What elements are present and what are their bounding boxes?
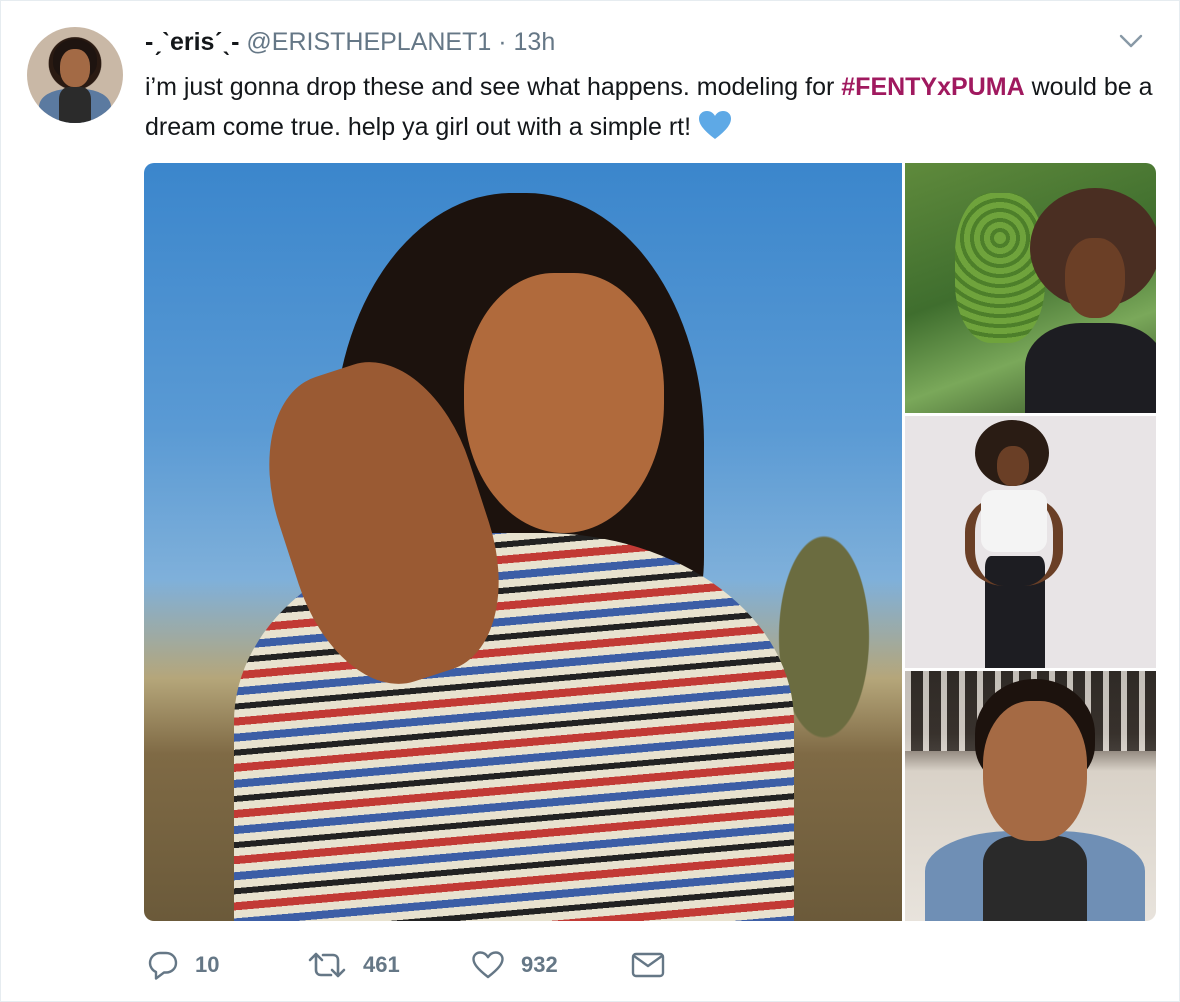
media-grid: [144, 163, 1156, 921]
tweet-timestamp[interactable]: 13h: [514, 28, 556, 56]
avatar[interactable]: [27, 27, 123, 123]
avatar-face: [60, 49, 90, 87]
chevron-down-icon: [1119, 34, 1143, 48]
user-handle[interactable]: @ERISTHEPLANET1: [246, 28, 491, 56]
more-options-button[interactable]: [1119, 33, 1143, 51]
like-heart-icon: [472, 951, 504, 979]
photo-face: [464, 273, 664, 533]
direct-message-button[interactable]: [631, 951, 665, 979]
photo-4-selfie[interactable]: [905, 671, 1156, 921]
avatar-shirt: [59, 87, 91, 123]
tweet-actions: 10 461 932: [147, 945, 665, 985]
retweet-button[interactable]: 461: [307, 950, 471, 980]
separator-dot: ·: [498, 28, 507, 56]
like-count: 932: [521, 952, 558, 977]
photo-bananas: [955, 193, 1045, 343]
like-button[interactable]: 932: [471, 950, 631, 980]
tweet-text-part1: i’m just gonna drop these and see what h…: [145, 73, 842, 101]
photo-body: [1025, 323, 1156, 413]
direct-message-icon: [631, 952, 665, 978]
hashtag-link[interactable]: #FENTYxPUMA: [841, 73, 1024, 101]
blue-heart-icon: [697, 109, 733, 153]
photo-2-bananas[interactable]: [905, 163, 1156, 413]
display-name[interactable]: -ˏˋerisˊˎ-: [145, 28, 239, 56]
tweet-card: -ˏˋerisˊˎ- @ERISTHEPLANET1 · 13h i’m jus…: [0, 0, 1180, 1002]
reply-icon: [148, 951, 178, 980]
reply-button[interactable]: 10: [147, 949, 307, 981]
tweet-text: i’m just gonna drop these and see what h…: [145, 67, 1155, 153]
reply-count: 10: [195, 952, 220, 977]
photo-shirt: [983, 836, 1087, 921]
photo-face: [983, 701, 1087, 841]
tweet-header: -ˏˋerisˊˎ- @ERISTHEPLANET1 · 13h: [145, 27, 555, 57]
photo-1-striped-shirt[interactable]: [144, 163, 902, 921]
retweet-icon: [308, 952, 346, 978]
photo-face: [997, 446, 1029, 486]
photo-3-studio[interactable]: [905, 416, 1156, 668]
photo-top: [981, 490, 1047, 552]
retweet-count: 461: [363, 952, 400, 977]
photo-face: [1065, 238, 1125, 318]
